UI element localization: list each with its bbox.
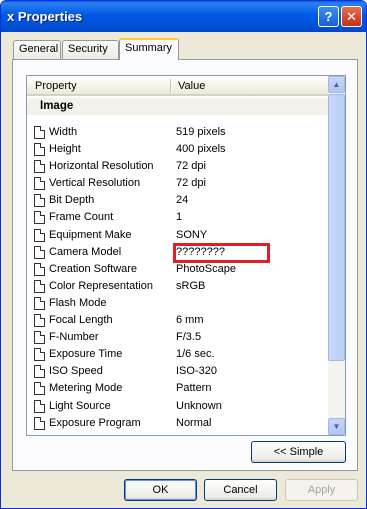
property-value: 519 pixels (176, 126, 226, 138)
property-value: ISO-320 (176, 365, 217, 378)
document-icon (34, 382, 45, 396)
property-name: Color Representation (49, 279, 153, 292)
property-name: Exposure Program (49, 416, 141, 429)
property-value: 72 dpi (176, 177, 206, 190)
document-icon (34, 177, 45, 191)
property-name: Metering Mode (49, 382, 123, 395)
group-heading-image: Image (27, 98, 329, 115)
property-name: Exposure Time (49, 348, 123, 361)
property-value: Unknown (176, 399, 222, 412)
property-name: Flash Mode (49, 296, 107, 309)
cancel-button[interactable]: Cancel (204, 479, 277, 501)
table-row[interactable]: Bit Depth 24 (27, 192, 329, 209)
vertical-scrollbar[interactable]: ▲ ▼ (328, 76, 345, 435)
property-name: Horizontal Resolution (49, 160, 154, 173)
property-list[interactable]: Property Value Image Width 519 pixels Heig… (26, 75, 346, 436)
scroll-thumb[interactable] (328, 94, 345, 361)
tab-security[interactable]: Security (62, 40, 119, 59)
property-value: sRGB (176, 279, 206, 292)
property-name: Focal Length (49, 314, 113, 327)
document-icon (34, 211, 45, 225)
document-icon (34, 365, 45, 379)
document-icon (34, 143, 45, 157)
document-icon (34, 228, 45, 242)
document-icon (34, 296, 45, 310)
property-value: PhotoScape (176, 262, 236, 275)
property-name: ISO Speed (49, 365, 103, 378)
property-name: Equipment Make (49, 228, 132, 241)
table-row[interactable]: ISO Speed ISO-320 (27, 363, 329, 380)
document-icon (34, 399, 45, 413)
properties-dialog: x Properties ? ✕ General Security Summar… (0, 0, 367, 509)
property-value: 400 pixels (176, 143, 226, 156)
document-icon (34, 262, 45, 276)
property-name: Vertical Resolution (49, 177, 141, 190)
property-value: 24 (176, 194, 189, 207)
property-rows: Width 519 pixels Height 400 pixels Horizonta… (27, 124, 329, 432)
apply-button[interactable]: Apply (285, 479, 358, 501)
document-icon (34, 279, 45, 293)
window-title: x Properties (7, 9, 83, 24)
property-value: Pattern (176, 382, 212, 395)
column-header-value[interactable]: Value (178, 80, 205, 92)
ok-button[interactable]: OK (124, 479, 197, 501)
property-name: Camera Model (49, 245, 122, 258)
scroll-down-button[interactable]: ▼ (328, 418, 345, 435)
document-icon (34, 331, 45, 345)
summary-panel: Property Value Image Width 519 pixels Heig… (12, 59, 358, 471)
property-value: 1 (176, 211, 183, 224)
help-button[interactable]: ? (318, 6, 339, 27)
table-row[interactable]: Exposure Time 1/6 sec. (27, 346, 329, 363)
property-name: Creation Software (49, 262, 138, 275)
property-name: Bit Depth (49, 194, 95, 207)
property-value: 6 mm (176, 314, 204, 327)
table-row[interactable]: Creation Software PhotoScape (27, 261, 329, 278)
document-icon (34, 348, 45, 362)
simple-view-button[interactable]: << Simple (251, 441, 346, 463)
list-header: Property Value (27, 76, 329, 96)
table-row[interactable]: Horizontal Resolution 72 dpi (27, 158, 329, 175)
title-bar[interactable]: x Properties ? ✕ (1, 1, 366, 32)
property-name: Frame Count (49, 211, 114, 224)
property-value: Normal (176, 416, 212, 429)
document-icon (34, 416, 45, 430)
document-icon (34, 314, 45, 328)
property-value: 72 dpi (176, 160, 206, 173)
table-row[interactable]: Equipment Make SONY (27, 227, 329, 244)
property-value: 1/6 sec. (176, 348, 215, 361)
column-divider[interactable] (170, 79, 172, 94)
table-row[interactable]: Metering Mode Pattern (27, 380, 329, 397)
table-row[interactable]: Light Source Unknown (27, 398, 329, 415)
property-name: Light Source (49, 399, 111, 412)
document-icon (34, 126, 45, 139)
document-icon (34, 245, 45, 259)
property-name: Width (49, 126, 78, 138)
scroll-up-button[interactable]: ▲ (328, 76, 345, 93)
table-row[interactable]: Exposure Program Normal (27, 415, 329, 432)
table-row[interactable]: Vertical Resolution 72 dpi (27, 175, 329, 192)
close-button[interactable]: ✕ (341, 6, 362, 27)
tab-general[interactable]: General (13, 40, 61, 59)
table-row[interactable]: Frame Count 1 (27, 209, 329, 226)
tab-summary[interactable]: Summary (119, 38, 179, 60)
table-row[interactable]: Width 519 pixels (27, 124, 329, 141)
column-header-property[interactable]: Property (35, 80, 77, 92)
property-value: SONY (176, 228, 208, 241)
table-row[interactable]: Color Representation sRGB (27, 278, 329, 295)
table-row[interactable]: Focal Length 6 mm (27, 312, 329, 329)
document-icon (34, 194, 45, 208)
table-row[interactable]: Height 400 pixels (27, 141, 329, 158)
property-name: Height (49, 143, 81, 156)
property-name: F-Number (49, 331, 99, 344)
table-row[interactable]: Flash Mode (27, 295, 329, 312)
property-value: F/3.5 (176, 331, 202, 344)
red-highlight-box (173, 243, 270, 263)
document-icon (34, 160, 45, 174)
table-row[interactable]: F-Number F/3.5 (27, 329, 329, 346)
